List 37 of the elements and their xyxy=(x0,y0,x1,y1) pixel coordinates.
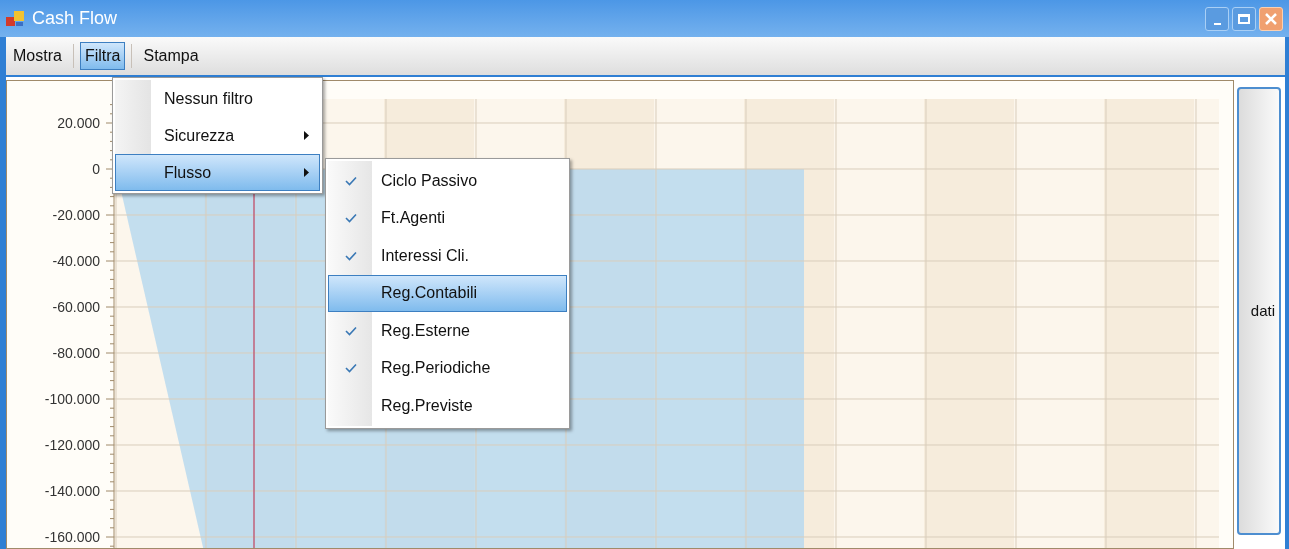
menu-item[interactable]: Filtra xyxy=(79,42,126,70)
side-tab[interactable]: dati xyxy=(1237,87,1281,535)
checkmark-icon xyxy=(345,250,357,261)
window-title: Cash Flow xyxy=(32,7,118,30)
menu-option[interactable]: Interessi Cli. xyxy=(328,237,567,275)
checkmark-icon xyxy=(345,325,357,336)
menu-option[interactable]: Ft.Agenti xyxy=(328,199,567,237)
axis-label: -20.000 xyxy=(52,207,100,223)
menu-option[interactable]: Nessun filtro xyxy=(115,80,320,117)
checkmark-icon xyxy=(345,175,357,186)
menu-option[interactable]: Flusso xyxy=(115,154,320,191)
checkmark-icon xyxy=(345,363,357,374)
menu-option[interactable]: Sicurezza xyxy=(115,117,320,154)
submenu-arrow-icon xyxy=(304,168,309,177)
menu-option[interactable]: Reg.Periodiche xyxy=(328,349,567,387)
maximize-button[interactable] xyxy=(1232,6,1256,31)
axis-label: 20.000 xyxy=(57,115,100,131)
close-button[interactable] xyxy=(1259,6,1283,31)
checkmark-icon xyxy=(345,213,357,224)
axis-label: -60.000 xyxy=(52,299,100,315)
app-icon xyxy=(6,10,24,27)
menu-option[interactable]: Reg.Contabili xyxy=(328,274,567,312)
menu-option[interactable]: Ciclo Passivo xyxy=(328,162,567,200)
axis-label: -100.000 xyxy=(44,391,100,407)
menu-option[interactable]: Reg.Esterne xyxy=(328,312,567,350)
axis-label: -160.000 xyxy=(44,529,100,545)
menu-item[interactable]: Mostra xyxy=(8,42,67,70)
minimize-button[interactable] xyxy=(1205,6,1229,31)
axis-label: -80.000 xyxy=(52,345,100,361)
axis-label: -140.000 xyxy=(44,483,100,499)
menu-item[interactable]: Stampa xyxy=(138,42,204,70)
close-icon xyxy=(1265,12,1277,25)
axis-label: -40.000 xyxy=(52,253,100,269)
axis-label: -120.000 xyxy=(44,437,100,453)
menu-option[interactable]: Reg.Previste xyxy=(328,387,567,425)
submenu-arrow-icon xyxy=(304,131,309,140)
axis-label: 0 xyxy=(92,161,100,177)
